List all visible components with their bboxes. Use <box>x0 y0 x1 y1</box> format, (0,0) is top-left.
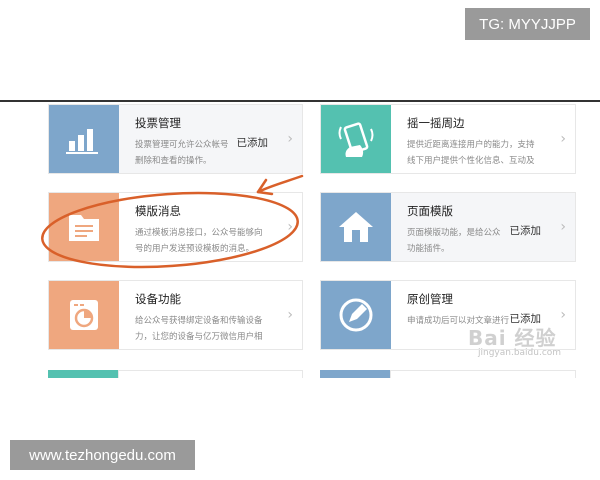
added-status: 已添加 <box>509 225 542 237</box>
edit-circle-icon <box>321 281 391 349</box>
chevron-right-icon[interactable]: › <box>560 131 566 147</box>
home-icon <box>321 193 391 261</box>
baidu-watermark-url: jingyan.baidu.com <box>478 348 562 358</box>
feature-card-shake[interactable]: 摇一摇周边 提供近距离连接用户的能力，支持 线下用户提供个性化信息、互动及 › <box>320 104 576 174</box>
added-status: 已添加 <box>236 137 269 149</box>
card-title: 页面模版 <box>407 204 453 218</box>
partial-card <box>390 370 576 378</box>
chevron-right-icon[interactable]: › <box>287 219 293 235</box>
device-icon <box>49 281 119 349</box>
top-divider <box>0 100 600 102</box>
document-icon <box>49 193 119 261</box>
shake-phone-icon <box>321 105 391 173</box>
bar-chart-icon <box>49 105 119 173</box>
card-title: 设备功能 <box>135 292 181 306</box>
chevron-right-icon[interactable]: › <box>560 307 566 323</box>
feature-card-device[interactable]: 设备功能 给公众号获得绑定设备和传输设备 力，让您的设备与亿万微信用户相 › <box>48 280 303 350</box>
feature-card-vote[interactable]: 投票管理 投票管理可允许公众帐号 删除和查看的操作。 已添加 › <box>48 104 303 174</box>
partial-card-icon <box>48 370 118 378</box>
feature-card-template-message[interactable]: 模版消息 通过模板消息接口，公众号能够向 号的用户发送预设模板的消息。 › <box>48 192 303 262</box>
site-watermark: www.tezhongedu.com <box>10 440 195 470</box>
card-description: 提供近距离连接用户的能力，支持 线下用户提供个性化信息、互动及 <box>407 140 535 166</box>
partial-card <box>118 370 303 378</box>
partial-card-icon <box>320 370 390 378</box>
card-title: 摇一摇周边 <box>407 116 465 130</box>
tg-watermark: TG: MYYJJPP <box>465 8 590 40</box>
chevron-right-icon[interactable]: › <box>287 131 293 147</box>
card-title: 模版消息 <box>135 204 181 218</box>
card-title: 投票管理 <box>135 116 181 130</box>
card-title: 原创管理 <box>407 292 453 306</box>
chevron-right-icon[interactable]: › <box>287 307 293 323</box>
baidu-watermark-logo: Bai 经验 <box>468 326 557 350</box>
chevron-right-icon[interactable]: › <box>560 219 566 235</box>
card-description: 通过模板消息接口，公众号能够向 号的用户发送预设模板的消息。 <box>135 228 263 254</box>
card-description: 给公众号获得绑定设备和传输设备 力，让您的设备与亿万微信用户相 <box>135 316 263 342</box>
annotation-arrow-icon <box>256 174 304 194</box>
feature-card-page-template[interactable]: 页面模版 页面模版功能，是给公众 功能插件。 已添加 › <box>320 192 576 262</box>
